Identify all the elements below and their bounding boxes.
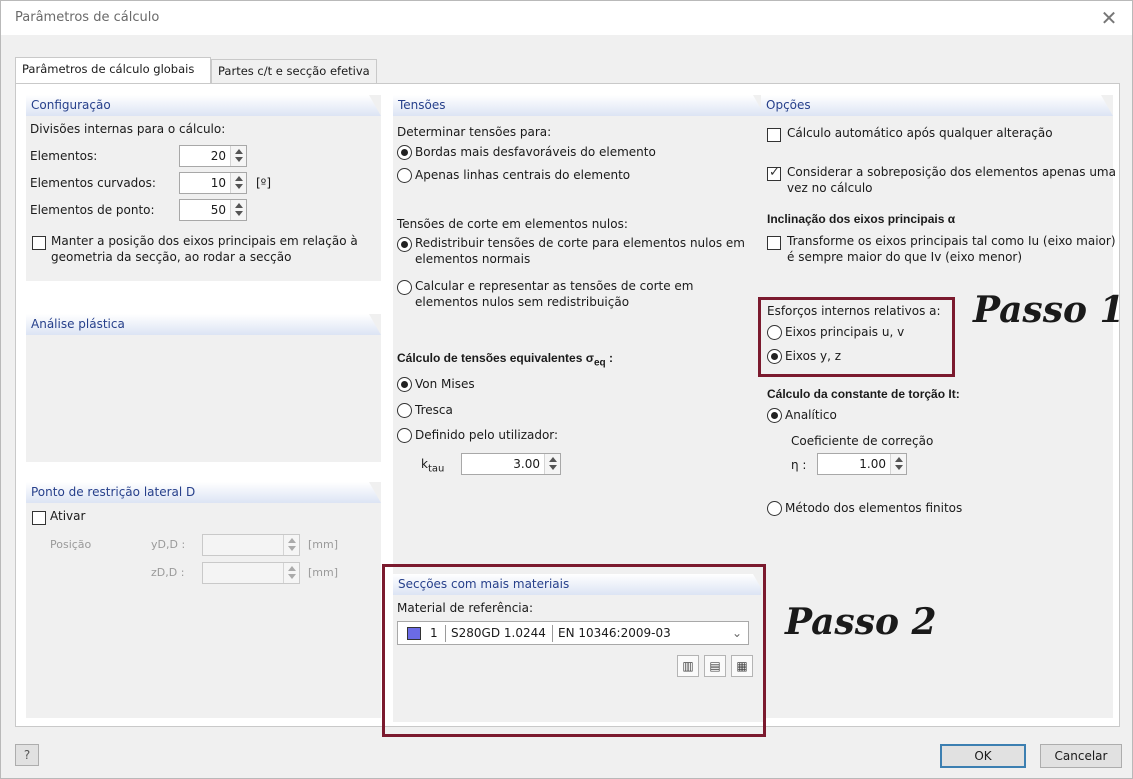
y-label: yD,D :: [151, 538, 186, 551]
determinar-label: Determinar tensões para:: [397, 125, 552, 139]
transforme-label-2: é sempre maior do que Iv (eixo menor): [787, 250, 1023, 264]
ok-button[interactable]: OK: [940, 744, 1026, 768]
redistribuir-label-2: elementos normais: [415, 252, 531, 266]
posicao-label: Posição: [50, 538, 92, 551]
z-position-input[interactable]: [202, 562, 300, 584]
panel-title: Opções: [761, 95, 1113, 116]
spin-arrows-icon[interactable]: [230, 200, 246, 220]
spin-arrows-icon[interactable]: [230, 173, 246, 193]
z-label: zD,D :: [151, 566, 185, 579]
panel-ponto-restricao: Ponto de restrição lateral D Ativar Posi…: [26, 482, 381, 718]
close-icon[interactable]: ✕: [1096, 5, 1122, 31]
corte-label: Tensões de corte em elementos nulos:: [397, 217, 628, 231]
bordas-radio[interactable]: [397, 145, 412, 160]
ktau-label: ktau: [421, 457, 445, 475]
help-icon[interactable]: ?: [15, 744, 39, 766]
eta-label: η :: [791, 458, 807, 472]
sobreposicao-checkbox[interactable]: [767, 165, 781, 181]
apenas-radio[interactable]: [397, 168, 412, 183]
transforme-label-1: Transforme os eixos principais tal como …: [787, 234, 1116, 248]
definido-radio[interactable]: [397, 428, 412, 443]
spin-arrows-icon[interactable]: [283, 563, 299, 583]
tab-global-params[interactable]: Parâmetros de cálculo globais: [15, 57, 211, 85]
vonmises-radio[interactable]: [397, 377, 412, 392]
panel-title: Análise plástica: [26, 314, 381, 335]
analitico-radio[interactable]: [767, 408, 782, 423]
manter-label-2: geometria da secção, ao rodar a secção: [51, 250, 292, 264]
z-unit: [mm]: [308, 566, 339, 579]
title-bar: Parâmetros de cálculo ✕: [1, 1, 1132, 35]
panel-configuracao: Configuração Divisões internas para o cá…: [26, 95, 381, 281]
tresca-label: Tresca: [415, 403, 453, 417]
spin-arrows-icon[interactable]: [544, 454, 560, 474]
torcao-label: Cálculo da constante de torção It:: [767, 387, 960, 401]
passo2-highlight-box: [382, 564, 766, 737]
mef-label: Método dos elementos finitos: [785, 501, 963, 515]
y-unit: [mm]: [308, 538, 339, 551]
panel-title: Tensões: [393, 95, 765, 116]
transforme-checkbox[interactable]: [767, 236, 781, 250]
dialog-title: Parâmetros de cálculo: [15, 10, 160, 25]
curvados-label: Elementos curvados:: [30, 176, 156, 190]
cancel-button[interactable]: Cancelar: [1040, 744, 1122, 768]
ativar-checkbox[interactable]: [32, 511, 46, 525]
curvados-unit: [º]: [256, 176, 272, 190]
mef-radio[interactable]: [767, 501, 782, 516]
sobreposicao-label-2: vez no cálculo: [787, 181, 873, 195]
analitico-label: Analítico: [785, 408, 837, 422]
ponto-stepper[interactable]: 50: [179, 199, 247, 221]
automatico-label: Cálculo automático após qualquer alteraç…: [787, 126, 1053, 140]
panel-title: Ponto de restrição lateral D: [26, 482, 381, 503]
manter-checkbox[interactable]: [32, 236, 46, 250]
spin-arrows-icon[interactable]: [230, 146, 246, 166]
manter-label-1: Manter a posição dos eixos principais em…: [51, 234, 358, 248]
ktau-stepper[interactable]: 3.00: [461, 453, 561, 475]
apenas-label: Apenas linhas centrais do elemento: [415, 168, 631, 182]
eta-stepper[interactable]: 1.00: [817, 453, 907, 475]
coef-label: Coeficiente de correção: [791, 434, 934, 448]
elementos-label: Elementos:: [30, 149, 98, 163]
calcular-label-2: elementos nulos sem redistribuição: [415, 295, 630, 309]
inclinacao-label: Inclinação dos eixos principais α: [767, 212, 956, 226]
spin-arrows-icon[interactable]: [890, 454, 906, 474]
calcular-label-1: Calcular e representar as tensões de cor…: [415, 279, 694, 293]
divisoes-label: Divisões internas para o cálculo:: [30, 122, 226, 136]
ativar-label: Ativar: [50, 509, 86, 523]
calcular-radio[interactable]: [397, 280, 412, 295]
dialog-window: Parâmetros de cálculo ✕ Parâmetros de cá…: [0, 0, 1133, 779]
elementos-stepper[interactable]: 20: [179, 145, 247, 167]
equivalentes-label: Cálculo de tensões equivalentes σeq :: [397, 351, 613, 369]
vonmises-label: Von Mises: [415, 377, 475, 391]
panel-analise-plastica: Análise plástica: [26, 314, 381, 462]
redistribuir-label-1: Redistribuir tensões de corte para eleme…: [415, 236, 745, 250]
y-position-input[interactable]: [202, 534, 300, 556]
passo1-highlight-box: [758, 297, 955, 377]
bordas-label: Bordas mais desfavoráveis do elemento: [415, 145, 656, 159]
automatico-checkbox[interactable]: [767, 128, 781, 142]
curvados-stepper[interactable]: 10: [179, 172, 247, 194]
ponto-label: Elementos de ponto:: [30, 203, 155, 217]
definido-label: Definido pelo utilizador:: [415, 428, 559, 442]
panel-title: Configuração: [26, 95, 381, 116]
sobreposicao-label-1: Considerar a sobreposição dos elementos …: [787, 165, 1116, 179]
tresca-radio[interactable]: [397, 403, 412, 418]
passo2-annotation: Passo 2: [785, 601, 937, 643]
redistribuir-radio[interactable]: [397, 237, 412, 252]
tab-ct-parts[interactable]: Partes c/t e secção efetiva: [211, 59, 377, 84]
spin-arrows-icon[interactable]: [283, 535, 299, 555]
passo1-annotation: Passo 1: [973, 289, 1125, 331]
